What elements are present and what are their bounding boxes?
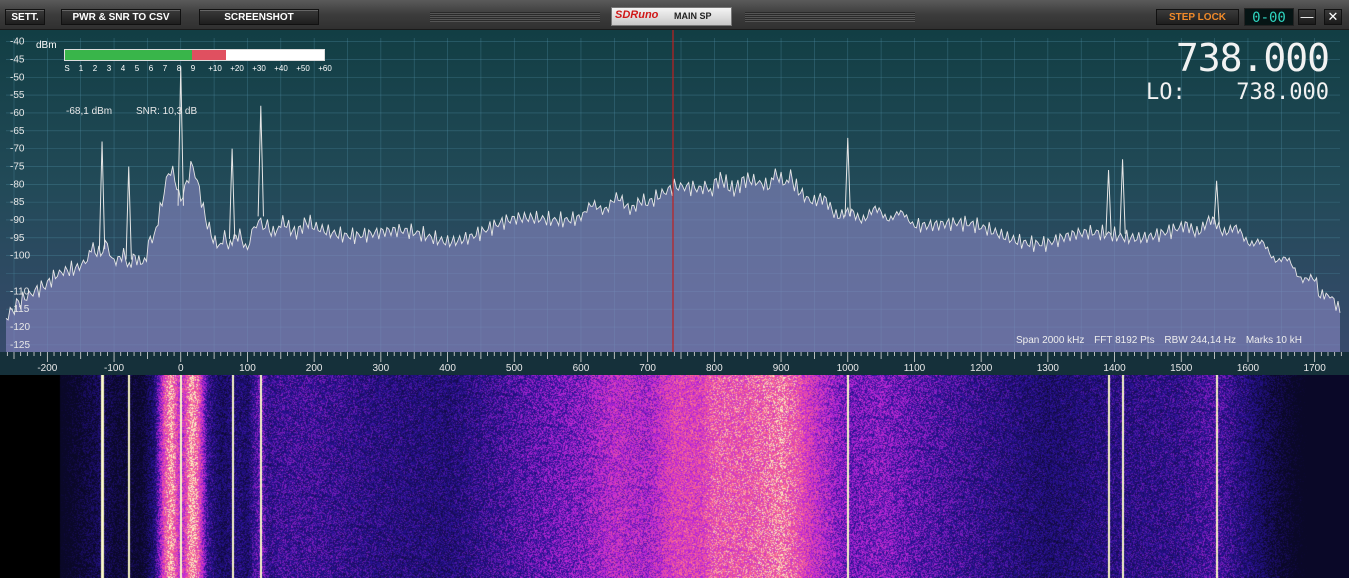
rbw-info: RBW 244,14 Hz <box>1164 335 1237 346</box>
span-info: Span 2000 kHz <box>1016 335 1085 346</box>
vfo-frequency[interactable]: 738.000 <box>1176 38 1330 78</box>
y-tick-label: -115 <box>10 304 30 315</box>
spectrum-display[interactable]: -40 -45 -50 -55 -60 -65 -70 -75 -80 -85 -90 -95 -100… <box>0 30 1349 375</box>
smeter-red-fill <box>191 50 226 60</box>
smeter-scale-label: 3 <box>106 64 112 73</box>
smeter-bar <box>64 49 325 61</box>
minimize-icon: — <box>1300 9 1314 24</box>
smeter-scale-label: 9 <box>190 64 196 73</box>
drag-grip-left[interactable] <box>430 12 600 22</box>
drag-grip-right[interactable] <box>745 12 915 22</box>
lo-frequency[interactable]: 738.000 <box>1236 80 1329 105</box>
spectrum-peak <box>98 141 106 250</box>
x-tick-label: 500 <box>506 363 523 374</box>
smeter-green-fill <box>65 50 192 60</box>
fft-info-bar: Span 2000 kHz FFT 8192 Pts RBW 244,14 Hz… <box>1016 335 1309 346</box>
waterfall-display[interactable] <box>0 375 1349 578</box>
spectrum-peak <box>1119 159 1126 234</box>
y-tick-label: -65 <box>10 126 25 137</box>
x-tick-label: 1100 <box>904 363 926 374</box>
smeter-scale: S 1 2 3 4 5 6 7 8 9 +10 +20 +30 +40 +50 +60 <box>64 64 334 76</box>
smeter-scale-label: +20 <box>230 64 244 73</box>
spectrum-peak <box>125 166 132 260</box>
y-tick-label: -50 <box>10 72 25 83</box>
x-tick-label: 900 <box>773 363 790 374</box>
marks-info: Marks 10 kH <box>1245 335 1302 346</box>
x-tick-label: 100 <box>239 363 256 374</box>
x-tick-label: 1600 <box>1237 363 1260 374</box>
spectrum-peak <box>228 148 236 239</box>
x-tick-label: 400 <box>439 363 456 374</box>
x-tick-label: 300 <box>373 363 390 374</box>
close-button[interactable]: ✕ <box>1324 9 1342 25</box>
y-tick-label: -100 <box>10 251 30 262</box>
y-tick-label: -120 <box>10 322 30 333</box>
step-lock-button[interactable]: STEP LOCK <box>1156 9 1239 25</box>
x-tick-label: 0 <box>178 363 184 374</box>
x-tick-label: 200 <box>306 363 323 374</box>
y-tick-label: -110 <box>10 286 30 297</box>
x-tick-label: 1700 <box>1304 363 1327 374</box>
x-tick-label: 1300 <box>1037 363 1060 374</box>
title-bar: SETT. PWR & SNR TO CSV SCREENSHOT SDRuno… <box>0 0 1349 30</box>
smeter-scale-label: +10 <box>208 64 222 73</box>
window-name: MAIN SP <box>674 11 712 21</box>
y-tick-label: -95 <box>10 233 25 244</box>
spectrum-peak <box>1105 170 1112 235</box>
y-tick-label: -45 <box>10 54 25 65</box>
x-tick-label: 700 <box>639 363 656 374</box>
smeter-scale-label: S <box>64 64 70 73</box>
smeter-scale-label: 2 <box>92 64 98 73</box>
minimize-button[interactable]: — <box>1298 9 1316 25</box>
lo-label: LO: <box>1146 80 1186 105</box>
y-tick-label: -60 <box>10 108 25 119</box>
close-icon: ✕ <box>1327 9 1339 24</box>
smeter-scale-label: 8 <box>176 64 182 73</box>
step-display: 0-00 <box>1244 8 1294 26</box>
smeter-scale-label: 1 <box>78 64 84 73</box>
y-tick-label: -125 <box>10 340 30 351</box>
settings-button[interactable]: SETT. <box>5 9 45 25</box>
y-tick-label: -55 <box>10 90 25 101</box>
smeter-scale-label: 6 <box>148 64 154 73</box>
y-tick-label: -40 <box>10 37 25 48</box>
y-tick-label: -75 <box>10 161 25 172</box>
smeter-scale-label: 5 <box>134 64 140 73</box>
smeter-scale-label: +50 <box>296 64 310 73</box>
screenshot-button[interactable]: SCREENSHOT <box>199 9 319 25</box>
pwr-snr-csv-button[interactable]: PWR & SNR TO CSV <box>61 9 181 25</box>
snr-readout: SNR: 10,3 dB <box>136 106 198 117</box>
x-tick-label: -200 <box>37 363 57 374</box>
power-readout: -68,1 dBm <box>66 106 113 117</box>
smeter-scale-label: 4 <box>120 64 126 73</box>
x-tick-label: 1500 <box>1170 363 1193 374</box>
y-tick-label: -85 <box>10 197 25 208</box>
x-tick-label: 800 <box>706 363 723 374</box>
spectrum-peak <box>257 105 264 217</box>
smeter-unit: dBm <box>36 40 57 51</box>
smeter-scale-label: +30 <box>252 64 266 73</box>
x-tick-label: 1200 <box>970 363 993 374</box>
x-tick-label: 1400 <box>1103 363 1126 374</box>
smeter-scale-label: 7 <box>162 64 168 73</box>
x-tick-label: -100 <box>104 363 124 374</box>
y-tick-label: -90 <box>10 215 25 226</box>
fft-info: FFT 8192 Pts <box>1094 335 1155 346</box>
sdruno-logo: SDRuno MAIN SP <box>611 7 732 26</box>
y-tick-label: -80 <box>10 179 25 190</box>
x-tick-label: 600 <box>573 363 590 374</box>
x-tick-label: 1000 <box>837 363 860 374</box>
smeter-scale-label: +60 <box>318 64 332 73</box>
logo-brand: SDRuno <box>615 9 659 21</box>
smeter-scale-label: +40 <box>274 64 288 73</box>
y-tick-label: -70 <box>10 144 25 155</box>
